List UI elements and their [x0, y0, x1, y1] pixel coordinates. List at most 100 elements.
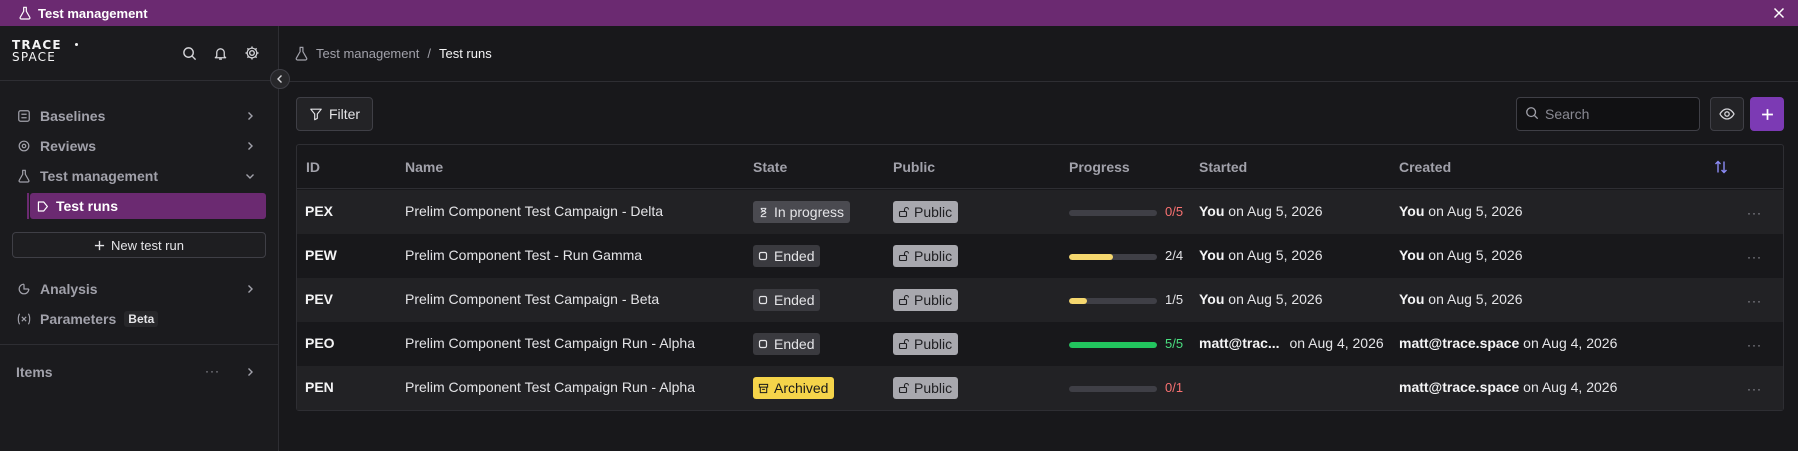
more-icon[interactable]: ···	[205, 364, 220, 378]
started-by: You	[1199, 291, 1225, 307]
new-test-run-button[interactable]: New test run	[12, 232, 266, 258]
sidebar-item-analysis[interactable]: Analysis	[12, 276, 266, 302]
table-row[interactable]: PEX Prelim Component Test Campaign - Delt…	[297, 190, 1783, 234]
state-label: Ended	[774, 336, 815, 352]
column-header-name[interactable]: Name	[405, 159, 443, 175]
row-more-icon[interactable]: ···	[1747, 294, 1762, 308]
state-label: Ended	[774, 292, 815, 308]
column-header-state[interactable]: State	[753, 159, 787, 175]
filter-button[interactable]: Filter	[296, 97, 373, 131]
progress-text: 1/5	[1165, 292, 1184, 307]
row-more-icon[interactable]: ···	[1747, 338, 1762, 352]
chevron-right-icon	[242, 364, 258, 380]
started-cell: matt@trac... on Aug 4, 2026	[1199, 335, 1384, 351]
bell-icon[interactable]	[211, 44, 229, 62]
started-on: on Aug 5, 2026	[1228, 247, 1323, 263]
row-name[interactable]: Prelim Component Test Campaign - Beta	[405, 291, 659, 307]
table-row[interactable]: PEW Prelim Component Test - Run Gamma Ende…	[297, 234, 1783, 278]
reviews-icon	[16, 138, 32, 154]
plus-icon	[94, 240, 105, 251]
sidebar-item-label: Test management	[40, 168, 158, 184]
row-id: PEW	[305, 247, 337, 263]
column-header-id[interactable]: ID	[306, 159, 320, 175]
column-header-progress[interactable]: Progress	[1069, 159, 1130, 175]
table-row[interactable]: PEN Prelim Component Test Campaign Run - …	[297, 366, 1783, 410]
row-name[interactable]: Prelim Component Test Campaign Run - Alp…	[405, 379, 695, 395]
progress-fill	[1069, 342, 1157, 348]
chevron-right-icon	[242, 138, 258, 154]
add-button[interactable]	[1750, 97, 1784, 131]
hourglass-icon	[758, 206, 770, 218]
analysis-icon	[16, 281, 32, 297]
started-cell: You on Aug 5, 2026	[1199, 291, 1323, 307]
started-on: on Aug 5, 2026	[1228, 203, 1323, 219]
started-by: You	[1199, 203, 1225, 219]
chevron-down-icon	[242, 168, 258, 184]
row-name[interactable]: Prelim Component Test Campaign Run - Alp…	[405, 335, 695, 351]
row-id: PEO	[305, 335, 335, 351]
row-name[interactable]: Prelim Component Test Campaign - Delta	[405, 203, 663, 219]
collapse-sidebar-button[interactable]	[270, 69, 290, 89]
sidebar-item-reviews[interactable]: Reviews	[12, 133, 266, 159]
table-row[interactable]: PEV Prelim Component Test Campaign - Beta…	[297, 278, 1783, 322]
state-badge: Ended	[753, 289, 821, 311]
view-options-button[interactable]	[1710, 97, 1744, 131]
sidebar-item-items[interactable]: Items ···	[12, 359, 266, 385]
created-cell: You on Aug 5, 2026	[1399, 247, 1523, 263]
state-label: In progress	[774, 204, 845, 220]
sidebar-item-test-runs[interactable]: Test runs	[30, 193, 266, 219]
new-test-run-label: New test run	[111, 237, 184, 253]
public-badge: Public	[893, 377, 959, 399]
started-by: matt@trac...	[1199, 335, 1280, 351]
public-badge: Public	[893, 289, 959, 311]
column-header-created[interactable]: Created	[1399, 159, 1451, 175]
stop-icon	[758, 294, 770, 306]
sidebar-item-label: Items	[16, 364, 53, 380]
plus-icon	[1761, 108, 1773, 120]
sidebar-item-parameters[interactable]: Parameters Beta	[12, 306, 266, 332]
sidebar-item-label: Baselines	[40, 108, 106, 124]
public-label: Public	[914, 380, 953, 396]
tag-icon	[36, 199, 50, 213]
progress-text: 2/4	[1165, 248, 1184, 263]
logo-line-2: SPACE	[12, 50, 57, 64]
table-row[interactable]: PEO Prelim Component Test Campaign Run - …	[297, 322, 1783, 366]
progress-bar	[1069, 210, 1157, 216]
created-by: You	[1399, 247, 1425, 263]
row-name[interactable]: Prelim Component Test - Run Gamma	[405, 247, 642, 263]
search-input[interactable]	[1545, 106, 1695, 122]
row-more-icon[interactable]: ···	[1747, 382, 1762, 396]
public-label: Public	[914, 248, 953, 264]
progress-bar	[1069, 386, 1157, 392]
progress-fill	[1069, 254, 1113, 260]
started-cell: You on Aug 5, 2026	[1199, 247, 1323, 263]
created-cell: matt@trace.space on Aug 4, 2026	[1399, 335, 1617, 351]
unlock-icon	[898, 382, 910, 394]
progress-bar	[1069, 298, 1157, 304]
sidebar-item-test-management[interactable]: Test management	[12, 163, 266, 189]
public-badge: Public	[893, 333, 959, 355]
sidebar-tools-3	[243, 44, 261, 62]
sort-icon[interactable]	[1713, 159, 1729, 175]
unlock-icon	[898, 206, 910, 218]
unlock-icon	[898, 294, 910, 306]
stop-icon	[758, 338, 770, 350]
breadcrumb-current: Test runs	[438, 45, 492, 61]
close-icon[interactable]	[1770, 4, 1788, 22]
state-badge: Archived	[753, 377, 835, 399]
search-icon[interactable]	[180, 44, 198, 62]
row-more-icon[interactable]: ···	[1747, 206, 1762, 220]
sidebar-item-baselines[interactable]: Baselines	[12, 103, 266, 129]
created-by: matt@trace.space	[1399, 379, 1520, 395]
sidebar-item-label: Parameters	[40, 311, 117, 327]
gear-icon[interactable]	[243, 44, 261, 62]
column-header-public[interactable]: Public	[893, 159, 935, 175]
breadcrumb-test-management[interactable]: Test management	[316, 46, 419, 61]
logo-dot	[75, 43, 78, 46]
column-header-started[interactable]: Started	[1199, 159, 1247, 175]
row-more-icon[interactable]: ···	[1747, 250, 1762, 264]
created-on: on Aug 5, 2026	[1428, 247, 1523, 263]
unlock-icon	[898, 250, 910, 262]
filter-icon	[309, 107, 323, 121]
window-titlebar: Test management	[0, 0, 1798, 26]
